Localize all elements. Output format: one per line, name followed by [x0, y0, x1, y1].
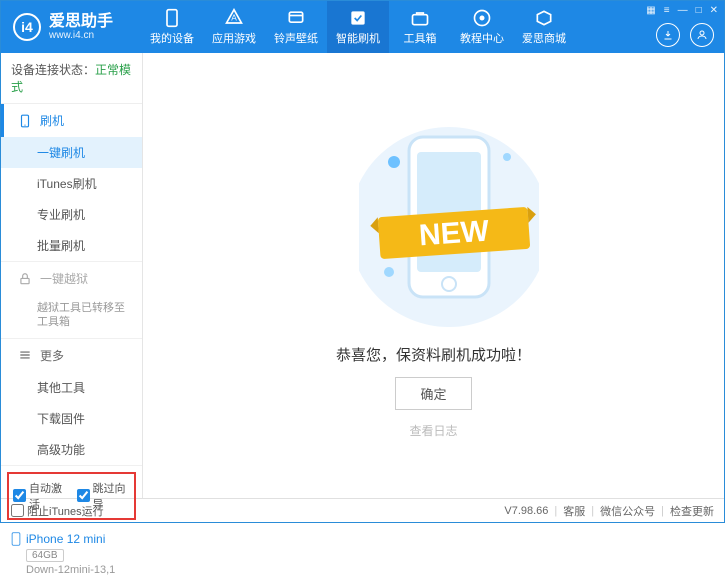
sidebar-item-flash-0[interactable]: 一键刷机 [1, 137, 142, 168]
user-button[interactable] [690, 23, 714, 47]
ok-button[interactable]: 确定 [395, 377, 471, 410]
phone-icon [18, 114, 32, 128]
success-message: 恭喜您，保资料刷机成功啦！ [336, 344, 531, 365]
app-url: www.i4.cn [49, 30, 113, 41]
new-banner-text: NEW [417, 215, 490, 253]
nav-icon [348, 8, 368, 28]
minimize-button[interactable]: — [678, 5, 688, 16]
device-sub: Down-12mini-13,1 [26, 564, 132, 576]
nav-item-0[interactable]: 我的设备 [141, 1, 203, 53]
sidebar-item-flash-2[interactable]: 专业刷机 [1, 199, 142, 230]
nav-icon [410, 8, 430, 28]
download-button[interactable] [656, 23, 680, 47]
nav-item-1[interactable]: A应用游戏 [203, 1, 265, 53]
statusbar-link-update[interactable]: 检查更新 [670, 503, 714, 519]
version-label: V7.98.66 [504, 505, 548, 517]
svg-text:A: A [231, 13, 237, 23]
maximize-button[interactable]: □ [696, 5, 702, 16]
sidebar-item-flash-1[interactable]: iTunes刷机 [1, 168, 142, 199]
success-illustration: NEW [359, 112, 509, 332]
sidebar-item-more-1[interactable]: 下载固件 [1, 403, 142, 434]
sidebar-section-flash[interactable]: 刷机 [1, 104, 142, 137]
close-button[interactable]: ✕ [710, 5, 718, 16]
sidebar: 设备连接状态：正常模式 刷机 一键刷机iTunes刷机专业刷机批量刷机 一键越狱… [1, 53, 143, 498]
nav-item-2[interactable]: 铃声壁纸 [265, 1, 327, 53]
nav-item-5[interactable]: 教程中心 [451, 1, 513, 53]
sidebar-section-more[interactable]: 更多 [1, 339, 142, 372]
main-content: NEW 恭喜您，保资料刷机成功啦！ 确定 查看日志 [143, 53, 724, 498]
window-controls: ▦ ≡ — □ ✕ [646, 5, 718, 16]
nav-icon [472, 8, 492, 28]
nav-icon [286, 8, 306, 28]
jailbreak-note: 越狱工具已转移至工具箱 [1, 295, 142, 338]
device-capacity: 64GB [26, 549, 64, 562]
nav-icon: A [224, 8, 244, 28]
lock-icon [18, 272, 32, 286]
sidebar-item-more-2[interactable]: 高级功能 [1, 434, 142, 465]
checkbox-block-itunes[interactable]: 阻止iTunes运行 [11, 503, 104, 519]
connected-device[interactable]: iPhone 12 mini 64GB Down-12mini-13,1 [1, 526, 142, 584]
app-logo: i4 爱思助手 www.i4.cn [1, 13, 141, 42]
nav-icon [162, 8, 182, 28]
sidebar-item-more-0[interactable]: 其他工具 [1, 372, 142, 403]
statusbar-link-wechat[interactable]: 微信公众号 [600, 503, 655, 519]
sidebar-item-flash-3[interactable]: 批量刷机 [1, 230, 142, 261]
logo-icon: i4 [13, 13, 41, 41]
menu-icon[interactable]: ≡ [664, 5, 670, 16]
nav-item-3[interactable]: 智能刷机 [327, 1, 389, 53]
device-icon [11, 532, 21, 546]
main-nav: 我的设备A应用游戏铃声壁纸智能刷机工具箱教程中心爱思商城 [141, 1, 575, 53]
nav-item-6[interactable]: 爱思商城 [513, 1, 575, 53]
nav-icon [534, 8, 554, 28]
menu-icon [18, 348, 32, 362]
app-name: 爱思助手 [49, 13, 113, 31]
device-status: 设备连接状态：正常模式 [1, 53, 142, 104]
titlebar: i4 爱思助手 www.i4.cn 我的设备A应用游戏铃声壁纸智能刷机工具箱教程… [1, 1, 724, 53]
statusbar-link-support[interactable]: 客服 [563, 503, 585, 519]
view-log-link[interactable]: 查看日志 [409, 422, 457, 439]
nav-item-4[interactable]: 工具箱 [389, 1, 451, 53]
grid-icon[interactable]: ▦ [646, 5, 655, 16]
sidebar-section-jailbreak: 一键越狱 [1, 262, 142, 295]
